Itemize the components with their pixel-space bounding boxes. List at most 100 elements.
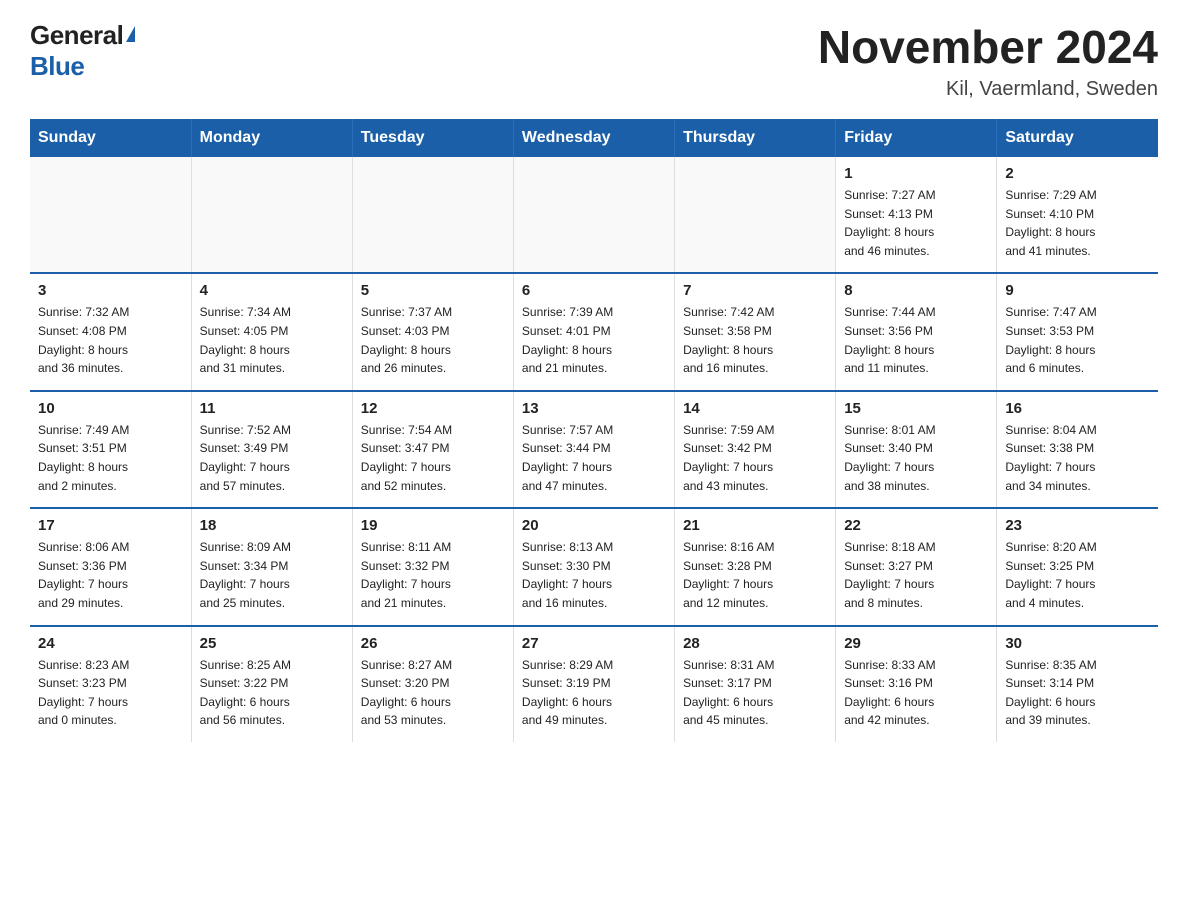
day-cell: 12 Sunrise: 7:54 AM Sunset: 3:47 PM Dayli…: [352, 391, 513, 508]
day-number: 26: [361, 635, 505, 652]
day-cell: 20Sunrise: 8:13 AM Sunset: 3:30 PM Dayli…: [513, 508, 674, 625]
day-cell: [30, 157, 191, 273]
page-header: General Blue November 2024 Kil, Vaermlan…: [30, 20, 1158, 101]
day-cell: 7 Sunrise: 7:42 AM Sunset: 3:58 PM Daylig…: [675, 273, 836, 390]
day-number: 18: [200, 517, 344, 534]
day-number: 8: [844, 282, 988, 299]
day-cell: 3 Sunrise: 7:32 AM Sunset: 4:08 PM Daylig…: [30, 273, 191, 390]
day-number: 19: [361, 517, 505, 534]
day-cell: 15Sunrise: 8:01 AM Sunset: 3:40 PM Dayli…: [836, 391, 997, 508]
day-number: 10: [38, 400, 183, 417]
day-cell: 1 Sunrise: 7:27 AM Sunset: 4:13 PM Daylig…: [836, 157, 997, 273]
day-number: 25: [200, 635, 344, 652]
day-cell: 30Sunrise: 8:35 AM Sunset: 3:14 PM Dayli…: [997, 626, 1158, 742]
day-cell: 10 Sunrise: 7:49 AM Sunset: 3:51 PM Dayli…: [30, 391, 191, 508]
header-cell-sunday: Sunday: [30, 119, 191, 157]
day-info: Sunrise: 7:52 AM Sunset: 3:49 PM Dayligh…: [200, 421, 344, 495]
day-info: Sunrise: 8:11 AM Sunset: 3:32 PM Dayligh…: [361, 538, 505, 612]
day-info: Sunrise: 7:47 AM Sunset: 3:53 PM Dayligh…: [1005, 303, 1150, 377]
day-info: Sunrise: 8:33 AM Sunset: 3:16 PM Dayligh…: [844, 656, 988, 730]
header-cell-friday: Friday: [836, 119, 997, 157]
day-info: Sunrise: 8:27 AM Sunset: 3:20 PM Dayligh…: [361, 656, 505, 730]
day-cell: [675, 157, 836, 273]
day-number: 15: [844, 400, 988, 417]
day-number: 9: [1005, 282, 1150, 299]
logo-general-text: General: [30, 20, 123, 51]
day-cell: 2 Sunrise: 7:29 AM Sunset: 4:10 PM Daylig…: [997, 157, 1158, 273]
day-cell: 14Sunrise: 7:59 AM Sunset: 3:42 PM Dayli…: [675, 391, 836, 508]
day-number: 6: [522, 282, 666, 299]
day-info: Sunrise: 7:37 AM Sunset: 4:03 PM Dayligh…: [361, 303, 505, 377]
day-info: Sunrise: 8:06 AM Sunset: 3:36 PM Dayligh…: [38, 538, 183, 612]
day-number: 22: [844, 517, 988, 534]
day-info: Sunrise: 8:18 AM Sunset: 3:27 PM Dayligh…: [844, 538, 988, 612]
day-info: Sunrise: 7:42 AM Sunset: 3:58 PM Dayligh…: [683, 303, 827, 377]
header-cell-thursday: Thursday: [675, 119, 836, 157]
day-cell: 24Sunrise: 8:23 AM Sunset: 3:23 PM Dayli…: [30, 626, 191, 742]
day-cell: 22 Sunrise: 8:18 AM Sunset: 3:27 PM Dayli…: [836, 508, 997, 625]
day-info: Sunrise: 8:16 AM Sunset: 3:28 PM Dayligh…: [683, 538, 827, 612]
day-info: Sunrise: 8:09 AM Sunset: 3:34 PM Dayligh…: [200, 538, 344, 612]
title-section: November 2024 Kil, Vaermland, Sweden: [818, 20, 1158, 101]
day-info: Sunrise: 8:29 AM Sunset: 3:19 PM Dayligh…: [522, 656, 666, 730]
header-cell-wednesday: Wednesday: [513, 119, 674, 157]
day-cell: 4 Sunrise: 7:34 AM Sunset: 4:05 PM Daylig…: [191, 273, 352, 390]
header-cell-saturday: Saturday: [997, 119, 1158, 157]
header-cell-monday: Monday: [191, 119, 352, 157]
day-cell: 21 Sunrise: 8:16 AM Sunset: 3:28 PM Dayli…: [675, 508, 836, 625]
day-info: Sunrise: 8:20 AM Sunset: 3:25 PM Dayligh…: [1005, 538, 1150, 612]
day-number: 13: [522, 400, 666, 417]
week-row-5: 24Sunrise: 8:23 AM Sunset: 3:23 PM Dayli…: [30, 626, 1158, 742]
logo-blue-text: Blue: [30, 51, 84, 81]
day-info: Sunrise: 7:44 AM Sunset: 3:56 PM Dayligh…: [844, 303, 988, 377]
day-info: Sunrise: 7:39 AM Sunset: 4:01 PM Dayligh…: [522, 303, 666, 377]
week-row-1: 1 Sunrise: 7:27 AM Sunset: 4:13 PM Daylig…: [30, 157, 1158, 273]
day-cell: 28 Sunrise: 8:31 AM Sunset: 3:17 PM Dayli…: [675, 626, 836, 742]
day-info: Sunrise: 8:04 AM Sunset: 3:38 PM Dayligh…: [1005, 421, 1150, 495]
day-cell: 18 Sunrise: 8:09 AM Sunset: 3:34 PM Dayli…: [191, 508, 352, 625]
day-cell: 26 Sunrise: 8:27 AM Sunset: 3:20 PM Dayli…: [352, 626, 513, 742]
day-number: 2: [1005, 165, 1150, 182]
week-row-4: 17 Sunrise: 8:06 AM Sunset: 3:36 PM Dayli…: [30, 508, 1158, 625]
day-number: 7: [683, 282, 827, 299]
day-number: 29: [844, 635, 988, 652]
day-number: 14: [683, 400, 827, 417]
day-info: Sunrise: 8:13 AM Sunset: 3:30 PM Dayligh…: [522, 538, 666, 612]
day-number: 4: [200, 282, 344, 299]
day-cell: [513, 157, 674, 273]
day-number: 28: [683, 635, 827, 652]
day-cell: 11 Sunrise: 7:52 AM Sunset: 3:49 PM Dayli…: [191, 391, 352, 508]
day-info: Sunrise: 7:32 AM Sunset: 4:08 PM Dayligh…: [38, 303, 183, 377]
day-cell: 27Sunrise: 8:29 AM Sunset: 3:19 PM Dayli…: [513, 626, 674, 742]
calendar-header: SundayMondayTuesdayWednesdayThursdayFrid…: [30, 119, 1158, 157]
day-cell: 6 Sunrise: 7:39 AM Sunset: 4:01 PM Daylig…: [513, 273, 674, 390]
day-number: 23: [1005, 517, 1150, 534]
day-cell: 19 Sunrise: 8:11 AM Sunset: 3:32 PM Dayli…: [352, 508, 513, 625]
day-info: Sunrise: 7:27 AM Sunset: 4:13 PM Dayligh…: [844, 186, 988, 260]
logo: General Blue: [30, 20, 135, 82]
week-row-2: 3 Sunrise: 7:32 AM Sunset: 4:08 PM Daylig…: [30, 273, 1158, 390]
day-info: Sunrise: 8:31 AM Sunset: 3:17 PM Dayligh…: [683, 656, 827, 730]
day-cell: 5Sunrise: 7:37 AM Sunset: 4:03 PM Daylig…: [352, 273, 513, 390]
day-info: Sunrise: 7:29 AM Sunset: 4:10 PM Dayligh…: [1005, 186, 1150, 260]
day-info: Sunrise: 8:35 AM Sunset: 3:14 PM Dayligh…: [1005, 656, 1150, 730]
day-info: Sunrise: 7:49 AM Sunset: 3:51 PM Dayligh…: [38, 421, 183, 495]
day-number: 3: [38, 282, 183, 299]
day-cell: 29 Sunrise: 8:33 AM Sunset: 3:16 PM Dayli…: [836, 626, 997, 742]
day-number: 1: [844, 165, 988, 182]
calendar-table: SundayMondayTuesdayWednesdayThursdayFrid…: [30, 119, 1158, 742]
day-cell: [191, 157, 352, 273]
day-number: 21: [683, 517, 827, 534]
day-info: Sunrise: 7:34 AM Sunset: 4:05 PM Dayligh…: [200, 303, 344, 377]
day-number: 17: [38, 517, 183, 534]
calendar-body: 1 Sunrise: 7:27 AM Sunset: 4:13 PM Daylig…: [30, 157, 1158, 742]
header-cell-tuesday: Tuesday: [352, 119, 513, 157]
day-number: 12: [361, 400, 505, 417]
day-info: Sunrise: 7:54 AM Sunset: 3:47 PM Dayligh…: [361, 421, 505, 495]
day-cell: 16Sunrise: 8:04 AM Sunset: 3:38 PM Dayli…: [997, 391, 1158, 508]
day-cell: [352, 157, 513, 273]
week-row-3: 10 Sunrise: 7:49 AM Sunset: 3:51 PM Dayli…: [30, 391, 1158, 508]
day-cell: 23 Sunrise: 8:20 AM Sunset: 3:25 PM Dayli…: [997, 508, 1158, 625]
day-info: Sunrise: 8:23 AM Sunset: 3:23 PM Dayligh…: [38, 656, 183, 730]
day-number: 11: [200, 400, 344, 417]
